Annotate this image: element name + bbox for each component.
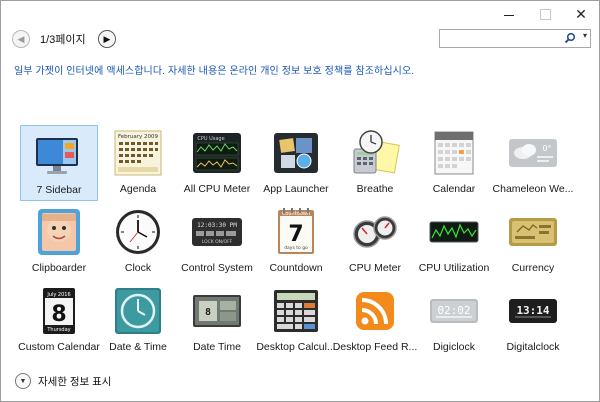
gadget-item-digitalclock[interactable]: 13:14 Digitalclock <box>494 283 572 359</box>
gadget-item-7-sidebar[interactable]: 7 Sidebar <box>20 125 98 201</box>
gadget-label: Clock <box>124 262 152 274</box>
rss-feed-icon <box>356 292 394 330</box>
currency-icon <box>509 218 557 246</box>
calculator-icon <box>274 290 318 332</box>
maximize-button <box>527 1 563 27</box>
gadget-label: Desktop Calcul... <box>256 341 336 353</box>
gadget-item-date-time[interactable]: 8 Date Time <box>178 283 256 359</box>
svg-text:July 2016: July 2016 <box>46 292 70 298</box>
caption-buttons: ✕ <box>491 1 599 27</box>
gadget-label: App Launcher <box>263 183 329 195</box>
gadget-item-control-system[interactable]: 12:03:30 PM LOCK ON/OFF Control System <box>178 204 256 280</box>
gadget-label: Desktop Feed R... <box>332 341 418 353</box>
gadget-label: Countdown <box>269 262 323 274</box>
show-details-toggle[interactable]: ▼ 자세한 정보 표시 <box>15 373 111 389</box>
internet-access-notice-link[interactable]: 일부 가젯이 인터넷에 액세스합니다. 자세한 내용은 온라인 개인 정보 보호… <box>14 62 414 77</box>
svg-text:days to go: days to go <box>284 245 308 251</box>
gadget-label: CPU Utilization <box>418 262 490 274</box>
date-time-photo-icon: 8 <box>193 295 241 327</box>
gadget-label: CPU Meter <box>349 262 401 274</box>
search-input[interactable]: ▾ <box>439 29 591 48</box>
gadget-item-desktop-feed-reader[interactable]: Desktop Feed R... <box>333 283 417 359</box>
gadget-label: Breathe <box>356 183 394 195</box>
gadget-item-countdown[interactable]: Countdown 7 days to go Countdown <box>257 204 335 280</box>
gadget-label: Custom Calendar <box>18 341 100 353</box>
gadget-item-clock[interactable]: Clock <box>99 204 177 280</box>
svg-text:0°: 0° <box>542 144 551 153</box>
gadget-label: All CPU Meter <box>183 183 251 195</box>
svg-text:CPU Usage: CPU Usage <box>197 136 224 142</box>
gadget-label: Digitalclock <box>506 341 560 353</box>
gadget-label: Currency <box>511 262 555 274</box>
previous-page-button[interactable]: ◀ <box>12 30 30 48</box>
close-button[interactable]: ✕ <box>563 1 599 27</box>
cpu-meter-graph-icon: CPU Usage <box>193 133 241 173</box>
chevron-right-icon: ▶ <box>103 33 111 44</box>
gadget-label: Chameleon We... <box>492 183 574 195</box>
svg-text:Thursday: Thursday <box>46 327 70 333</box>
toolbar: ◀ 1/3페이지 ▶ ▾ <box>9 28 591 50</box>
date-time-icon <box>115 288 161 334</box>
cpu-meter-icon <box>353 216 397 248</box>
maximize-icon <box>539 8 551 20</box>
minimize-button[interactable] <box>491 1 527 27</box>
expand-details-button[interactable]: ▼ <box>15 373 31 389</box>
svg-text:7: 7 <box>288 222 303 247</box>
search-icon[interactable] <box>564 32 576 44</box>
svg-text:02:02: 02:02 <box>437 304 470 317</box>
clock-icon <box>116 210 160 254</box>
close-icon: ✕ <box>575 5 587 22</box>
svg-text:8: 8 <box>51 302 66 327</box>
gadget-item-clipboarder[interactable]: Clipboarder <box>20 204 98 280</box>
gadget-item-cpu-meter[interactable]: CPU Meter <box>336 204 414 280</box>
weather-icon: 0° <box>509 139 557 167</box>
chevron-left-icon: ◀ <box>17 33 25 44</box>
gadget-label: Digiclock <box>432 341 475 353</box>
gadget-item-date-and-time[interactable]: Date & Time <box>99 283 177 359</box>
gadget-item-currency[interactable]: Currency <box>494 204 572 280</box>
gadget-label: 7 Sidebar <box>36 184 82 196</box>
gadget-item-digiclock[interactable]: 02:02 Digiclock <box>415 283 493 359</box>
gadget-label: Calendar <box>432 183 476 195</box>
calendar-icon <box>434 131 474 175</box>
control-system-icon: 12:03:30 PM LOCK ON/OFF <box>192 218 242 246</box>
gadget-label: Date & Time <box>109 341 167 353</box>
custom-calendar-icon: July 2016 8 Thursday <box>43 288 75 334</box>
svg-text:13:14: 13:14 <box>516 304 549 317</box>
gadget-label: Date Time <box>193 341 241 353</box>
svg-text:12:03:30 PM: 12:03:30 PM <box>197 222 237 229</box>
clipboarder-icon <box>38 209 80 255</box>
gadget-item-agenda[interactable]: February 2009 Agenda <box>99 125 177 201</box>
svg-text:February 2009: February 2009 <box>118 134 159 140</box>
agenda-calendar-icon: February 2009 <box>114 130 162 176</box>
gadget-item-custom-calendar[interactable]: July 2016 8 Thursday Custom Calendar <box>18 283 100 359</box>
digitalclock-icon: 13:14 <box>509 299 557 323</box>
gadget-item-desktop-calculator[interactable]: Desktop Calcul... <box>256 283 336 359</box>
minimize-icon <box>504 14 514 16</box>
breathe-clock-icon <box>353 130 400 174</box>
next-page-button[interactable]: ▶ <box>98 30 116 48</box>
digiclock-icon: 02:02 <box>430 299 478 323</box>
sidebar-icon <box>36 138 78 174</box>
search-dropdown-icon[interactable]: ▾ <box>583 31 587 40</box>
cpu-utilization-icon <box>429 221 479 243</box>
svg-text:Countdown: Countdown <box>282 211 310 217</box>
countdown-icon: Countdown 7 days to go <box>278 208 314 254</box>
page-indicator: 1/3페이지 <box>40 34 86 46</box>
gadget-item-breathe[interactable]: Breathe <box>336 125 414 201</box>
app-launcher-icon <box>274 133 318 173</box>
svg-text:8: 8 <box>205 307 211 318</box>
gadget-gallery-window: ✕ ◀ 1/3페이지 ▶ ▾ 일부 가젯이 인터넷에 액세스합니다. 자세한 내… <box>0 0 600 402</box>
show-details-label[interactable]: 자세한 정보 표시 <box>38 374 111 389</box>
gadget-item-app-launcher[interactable]: App Launcher <box>257 125 335 201</box>
gadget-item-cpu-utilization[interactable]: CPU Utilization <box>415 204 493 280</box>
gadget-label: Control System <box>181 262 253 274</box>
gadget-item-all-cpu-meter[interactable]: CPU Usage All CPU Meter <box>178 125 256 201</box>
gadget-item-calendar[interactable]: Calendar <box>415 125 493 201</box>
gadget-label: Clipboarder <box>31 262 87 274</box>
gadget-label: Agenda <box>119 183 157 195</box>
svg-text:LOCK ON/OFF: LOCK ON/OFF <box>202 239 233 245</box>
gadget-item-chameleon-weather[interactable]: 0° Chameleon We... <box>493 125 573 201</box>
chevron-down-icon: ▼ <box>19 377 27 385</box>
